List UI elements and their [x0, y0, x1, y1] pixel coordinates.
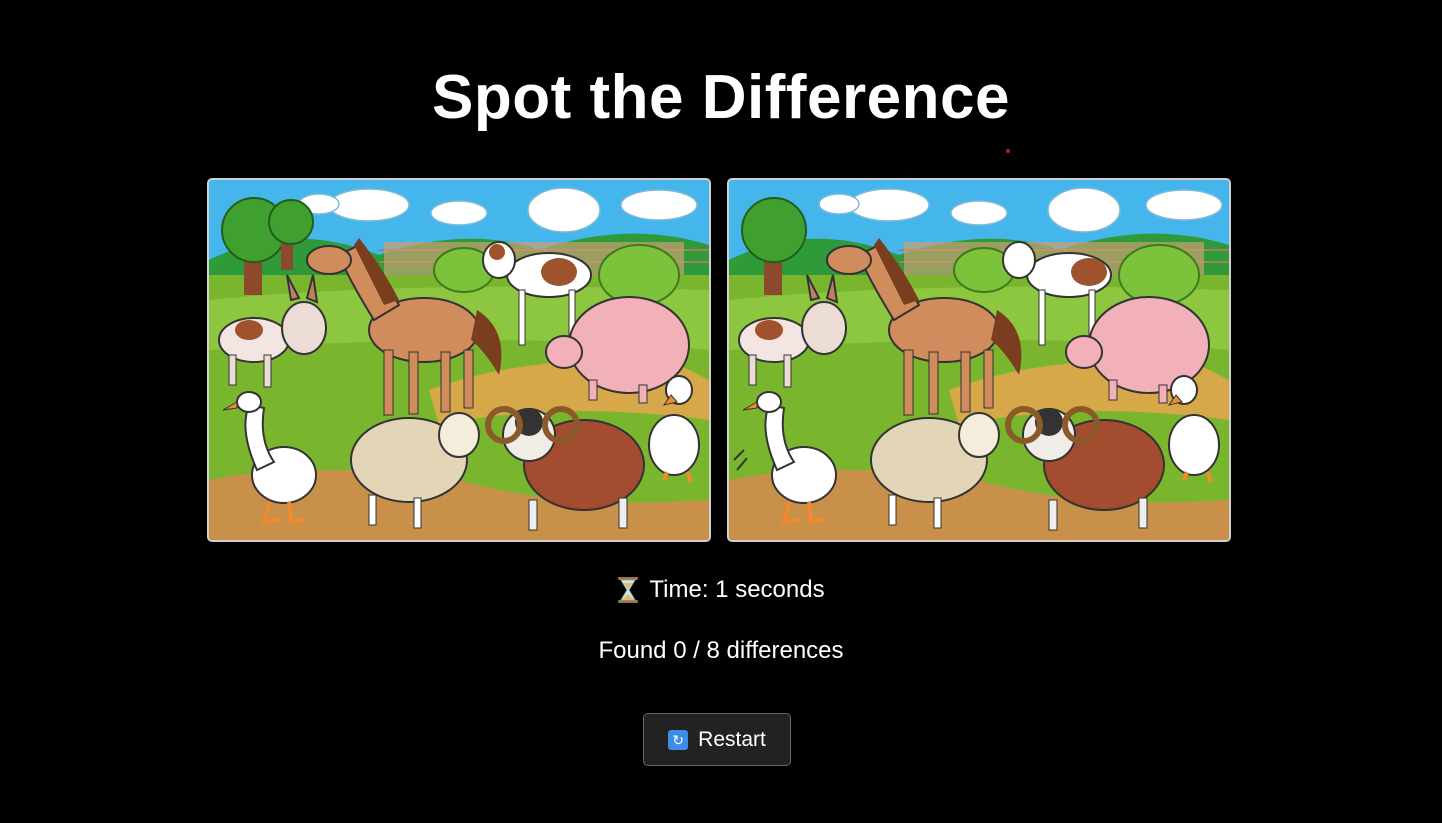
- restart-icon: ↻: [668, 729, 689, 750]
- timer-text: Time: 1 seconds: [649, 576, 825, 603]
- hourglass-icon: [618, 577, 639, 603]
- restart-button[interactable]: ↻ Restart: [643, 713, 791, 766]
- timer-display: Time: 1 seconds: [0, 576, 1442, 604]
- click-marker: [1006, 149, 1010, 153]
- right-image-panel[interactable]: [727, 178, 1231, 542]
- left-image-panel[interactable]: [207, 178, 711, 542]
- restart-label: Restart: [698, 727, 766, 751]
- farm-scene-right[interactable]: [729, 180, 1229, 540]
- found-counter: Found 0 / 8 differences: [598, 637, 844, 664]
- page-title: Spot the Difference: [432, 63, 1010, 132]
- farm-scene-left[interactable]: [209, 180, 709, 540]
